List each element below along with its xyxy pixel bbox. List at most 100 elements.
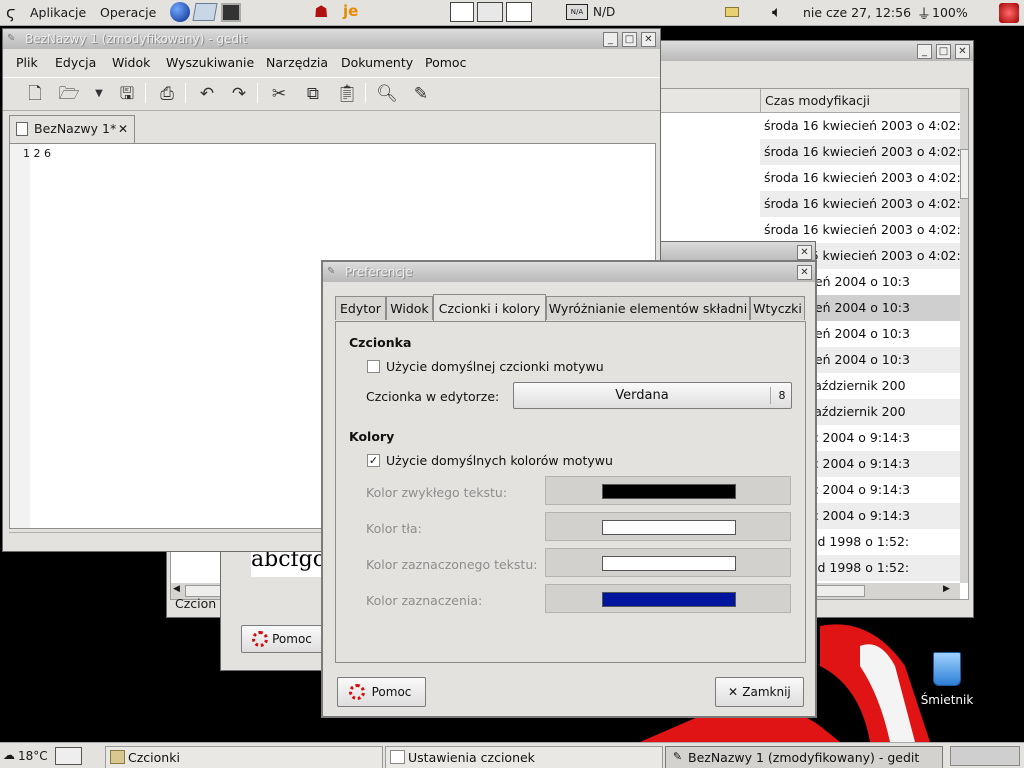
menu-file[interactable]: Plik: [16, 52, 38, 74]
menu-tools[interactable]: Narzędzia: [266, 52, 328, 74]
tab-strip: Edytor Widok Czcionki i kolory Wyróżnian…: [335, 294, 805, 322]
editor-gutter: [10, 144, 30, 528]
save-icon[interactable]: 🖫: [113, 80, 141, 108]
task-gedit[interactable]: ✎ BezNazwy 1 (zmodyfikowany) - gedit: [665, 746, 943, 768]
tab-plugins[interactable]: Wtyczki: [750, 296, 805, 320]
menu-edit[interactable]: Edycja: [55, 52, 96, 74]
window-menu-icon[interactable]: ✎: [327, 266, 340, 278]
window-menu-icon[interactable]: ✎: [7, 33, 20, 45]
tab-syntax-highlighting[interactable]: Wyróżnianie elementów składni: [546, 296, 750, 320]
window-list-icon[interactable]: [506, 2, 532, 22]
tab-view[interactable]: Widok: [386, 296, 433, 320]
toolbar-separator: [365, 83, 366, 103]
preferences-titlebar[interactable]: ✎ Preferencje ✕: [323, 262, 815, 282]
close-dialog-button[interactable]: ✕ Zamknij: [715, 677, 804, 707]
weather-temperature[interactable]: 18°C: [18, 749, 48, 763]
undo-icon[interactable]: ↶: [193, 80, 221, 108]
open-recent-dropdown-icon[interactable]: ▼: [85, 80, 113, 108]
close-button[interactable]: ✕: [955, 44, 970, 59]
vertical-scrollbar[interactable]: [960, 89, 968, 583]
use-default-colors-checkbox[interactable]: ✓: [367, 454, 380, 467]
redo-icon[interactable]: ↷: [225, 80, 253, 108]
normal-text-color-button[interactable]: [545, 476, 791, 505]
trash-label: Śmietnik: [920, 693, 974, 707]
task-fonts-folder[interactable]: Czcionki: [105, 746, 383, 768]
gedit-titlebar[interactable]: ✎ BezNazwy 1 (zmodyfikowany) - gedit _ □…: [3, 29, 660, 49]
cut-icon[interactable]: ✂: [265, 80, 293, 108]
panel-clock[interactable]: nie cze 27, 12:56: [803, 5, 911, 20]
color-swatch: [602, 592, 736, 607]
help-button[interactable]: Pomoc: [241, 625, 325, 653]
maximize-button[interactable]: □: [622, 32, 637, 47]
table-row[interactable]: środa 16 kwiecień 2003 o 4:02:1: [760, 139, 960, 165]
menu-search[interactable]: Wyszukiwanie: [166, 52, 254, 74]
network-status: N/D: [593, 5, 616, 19]
background-color-label: Kolor tła:: [366, 521, 422, 536]
workspace-switcher[interactable]: [950, 746, 1020, 766]
scrollbar-thumb[interactable]: [960, 149, 968, 199]
help-button[interactable]: Pomoc: [337, 677, 426, 707]
replace-icon[interactable]: ✎: [407, 80, 435, 108]
actions-menu[interactable]: Operacje: [100, 5, 156, 20]
open-folder-icon[interactable]: 🗁: [55, 80, 83, 108]
selected-text-color-button[interactable]: [545, 548, 791, 577]
menu-help[interactable]: Pomoc: [425, 52, 466, 74]
je-app-icon[interactable]: je: [343, 2, 358, 20]
gnome-foot-icon[interactable]: ϛ: [6, 3, 15, 22]
background-color-button[interactable]: [545, 512, 791, 541]
copy-icon[interactable]: ⧉: [299, 80, 327, 108]
menu-bar: Plik Edycja Widok Wyszukiwanie Narzędzia…: [3, 52, 660, 74]
use-default-colors-label[interactable]: Użycie domyślnych kolorów motywu: [386, 453, 613, 468]
lifebuoy-icon: [349, 684, 365, 700]
table-row[interactable]: środa 16 kwiecień 2003 o 4:02:1: [760, 113, 960, 139]
terminal-icon[interactable]: [221, 3, 241, 22]
trash-desktop-icon[interactable]: Śmietnik: [918, 650, 976, 714]
notification-icon[interactable]: [725, 7, 739, 17]
close-button[interactable]: ✕: [797, 265, 812, 280]
task-font-settings[interactable]: Ustawienia czcionek: [385, 746, 663, 768]
editor-font-label: Czcionka w edytorze:: [366, 389, 500, 404]
table-row[interactable]: środa 16 kwiecień 2003 o 4:02:1: [760, 217, 960, 243]
logout-icon[interactable]: [999, 3, 1019, 23]
show-desktop-button[interactable]: [55, 747, 82, 765]
maximize-button[interactable]: □: [936, 44, 951, 59]
selection-color-button[interactable]: [545, 584, 791, 613]
network-monitor-icon[interactable]: N/A: [566, 4, 588, 20]
weather-icon[interactable]: ☁: [3, 748, 15, 762]
new-document-icon[interactable]: 🗋: [21, 80, 49, 108]
show-desktop-icon[interactable]: [477, 2, 503, 22]
toolbar-separator: [185, 83, 186, 103]
mail-icon[interactable]: [192, 3, 218, 21]
trash-icon: [933, 652, 961, 686]
close-button[interactable]: ✕: [641, 32, 656, 47]
paste-icon[interactable]: 📋︎: [333, 80, 361, 108]
tab-fonts-colors[interactable]: Czcionki i kolory: [433, 294, 546, 321]
column-header[interactable]: Czas modyfikacji: [760, 89, 960, 113]
find-icon[interactable]: 🔍︎: [373, 80, 401, 108]
editor-content: 1 2 6: [23, 147, 51, 160]
desktop-switcher-icon[interactable]: [450, 2, 474, 22]
tab-close-icon[interactable]: ✕: [118, 116, 128, 142]
tab-editor[interactable]: Edytor: [335, 296, 386, 320]
scrollbar-left-arrow[interactable]: ◀: [173, 584, 180, 594]
scrollbar-right-arrow[interactable]: ▶: [943, 584, 950, 594]
selection-color-label: Kolor zaznaczenia:: [366, 593, 483, 608]
minimize-button[interactable]: _: [917, 44, 932, 59]
editor-font-button[interactable]: Verdana 8: [513, 382, 792, 409]
close-button[interactable]: ✕: [797, 245, 812, 260]
web-browser-icon[interactable]: [170, 2, 190, 22]
folder-icon: [110, 750, 125, 764]
applications-menu[interactable]: Aplikacje: [30, 5, 86, 20]
mascot-icon[interactable]: ☗: [314, 2, 328, 21]
document-tab[interactable]: BezNazwy 1* ✕: [9, 115, 135, 143]
print-icon[interactable]: ⎙: [153, 80, 181, 108]
use-default-font-label[interactable]: Użycie domyślnej czcionki motywu: [386, 359, 604, 374]
minimize-button[interactable]: _: [603, 32, 618, 47]
menu-view[interactable]: Widok: [112, 52, 150, 74]
volume-icon[interactable]: 🔈︎: [772, 2, 782, 22]
menu-documents[interactable]: Dokumenty: [341, 52, 413, 74]
use-default-font-checkbox[interactable]: [367, 360, 380, 373]
table-row[interactable]: środa 16 kwiecień 2003 o 4:02:1: [760, 165, 960, 191]
table-row[interactable]: środa 16 kwiecień 2003 o 4:02:1: [760, 191, 960, 217]
battery-icon: ⏚: [917, 7, 931, 23]
